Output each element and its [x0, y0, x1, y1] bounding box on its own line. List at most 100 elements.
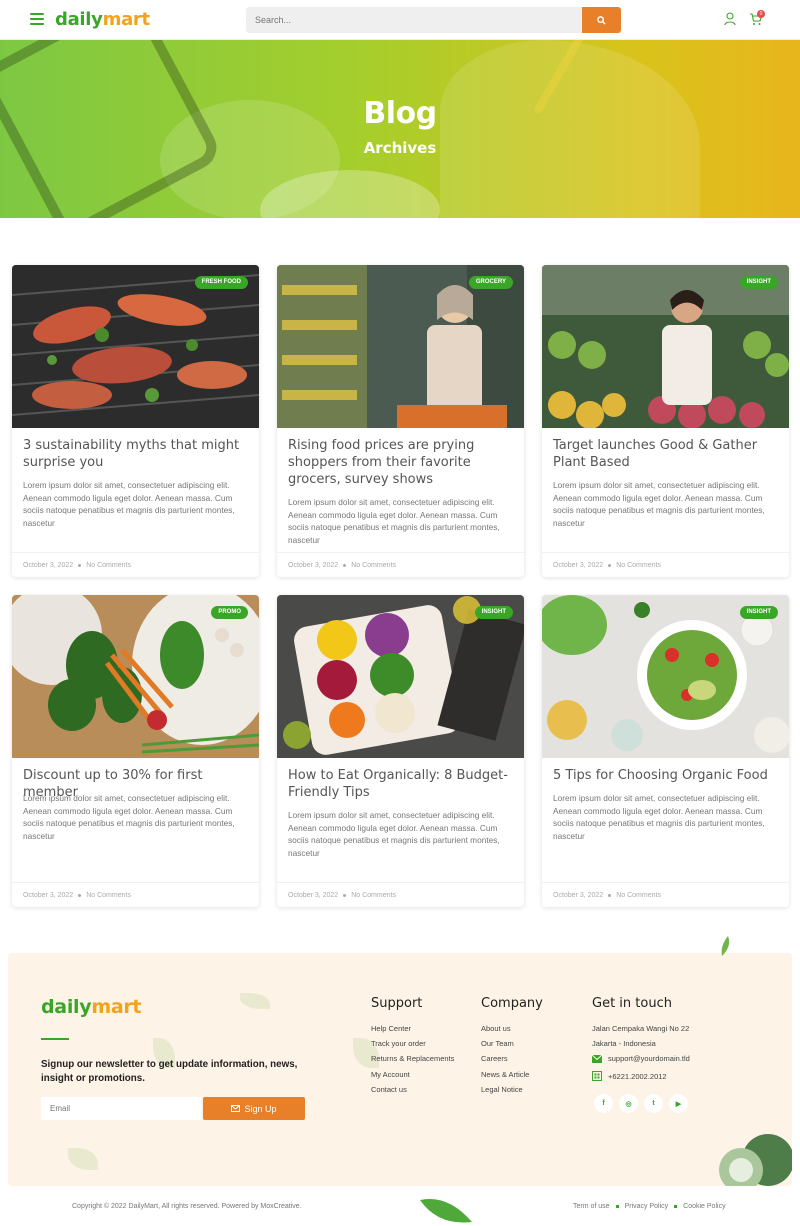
post-image-grilled-seafood[interactable]: FRESH FOOD — [12, 265, 259, 428]
newsletter-email-input[interactable] — [41, 1097, 201, 1120]
post-image-produce-aisle[interactable]: INSIGHT — [542, 265, 789, 428]
divider — [277, 552, 524, 553]
instagram-icon[interactable]: ◎ — [619, 1094, 638, 1113]
post-excerpt: Lorem ipsum dolor sit amet, consectetuer… — [553, 480, 765, 528]
footer-link-news[interactable]: News & Article — [481, 1070, 529, 1079]
divider — [41, 1038, 69, 1040]
site-logo[interactable]: dailymart — [55, 9, 150, 30]
contact-phone[interactable]: +6221.2002.2012 — [592, 1071, 667, 1081]
leaf-decoration — [240, 993, 270, 1009]
footer-link-about[interactable]: About us — [481, 1024, 511, 1033]
search-bar — [246, 7, 621, 33]
post-title[interactable]: 5 Tips for Choosing Organic Food — [553, 767, 781, 784]
contact-address-line1: Jalan Cempaka Wangi No 22 — [592, 1024, 690, 1033]
post-title[interactable]: Target launches Good & Gather Plant Base… — [553, 437, 781, 471]
menu-icon[interactable] — [30, 13, 44, 25]
footer-link-my-account[interactable]: My Account — [371, 1070, 410, 1079]
bottom-bar: Copyright © 2022 DailyMart, All rights r… — [0, 1196, 800, 1226]
twitter-icon[interactable]: t — [644, 1094, 663, 1113]
search-button[interactable] — [582, 7, 621, 33]
post-comments[interactable]: No Comments — [86, 892, 131, 899]
post-date[interactable]: October 3, 2022 — [288, 562, 338, 569]
post-image-art — [12, 595, 259, 758]
footer-link-track-order[interactable]: Track your order — [371, 1039, 426, 1048]
contact-heading: Get in touch — [592, 996, 672, 1011]
post-image-art — [277, 595, 524, 758]
terms-link[interactable]: Term of use — [573, 1203, 610, 1210]
post-date[interactable]: October 3, 2022 — [23, 562, 73, 569]
post-card[interactable]: GROCERY Rising food prices are prying sh… — [277, 265, 524, 577]
envelope-icon — [231, 1105, 241, 1112]
post-category-tag[interactable]: INSIGHT — [739, 276, 778, 289]
post-comments[interactable]: No Comments — [86, 562, 131, 569]
youtube-icon[interactable]: ▶ — [669, 1094, 688, 1113]
post-category-tag[interactable]: INSIGHT — [474, 606, 513, 619]
post-image-art — [277, 265, 524, 428]
post-excerpt: Lorem ipsum dolor sit amet, consectetuer… — [553, 793, 765, 841]
page-subtitle: Archives — [363, 139, 437, 157]
post-meta: October 3, 2022 No Comments — [288, 562, 396, 569]
post-image-fresh-vegetables[interactable]: PROMO — [12, 595, 259, 758]
divider — [542, 882, 789, 883]
post-image-grocery-shopper[interactable]: GROCERY — [277, 265, 524, 428]
post-card[interactable]: INSIGHT 5 Tips for Choosing Organic Food… — [542, 595, 789, 907]
user-icon[interactable] — [724, 12, 736, 26]
post-meta: October 3, 2022 No Comments — [23, 892, 131, 899]
post-image-veggie-platter[interactable]: INSIGHT — [277, 595, 524, 758]
post-excerpt: Lorem ipsum dolor sit amet, consectetuer… — [23, 480, 235, 528]
facebook-icon[interactable]: f — [594, 1094, 613, 1113]
site-footer: dailymart Signup our newsletter to get u… — [8, 953, 792, 1186]
signup-button[interactable]: Sign Up — [203, 1097, 305, 1120]
post-image-art — [12, 265, 259, 428]
post-meta: October 3, 2022 No Comments — [553, 562, 661, 569]
cart-count-badge: 0 — [757, 10, 765, 18]
search-input[interactable] — [246, 7, 582, 33]
footer-link-careers[interactable]: Careers — [481, 1054, 508, 1063]
post-meta: October 3, 2022 No Comments — [553, 892, 661, 899]
post-title[interactable]: Rising food prices are prying shoppers f… — [288, 437, 516, 488]
post-image-art — [542, 595, 789, 758]
post-comments[interactable]: No Comments — [351, 562, 396, 569]
divider — [12, 552, 259, 553]
footer-link-legal[interactable]: Legal Notice — [481, 1085, 523, 1094]
post-comments[interactable]: No Comments — [616, 892, 661, 899]
privacy-link[interactable]: Privacy Policy — [625, 1203, 669, 1210]
post-date[interactable]: October 3, 2022 — [553, 892, 603, 899]
post-card[interactable]: FRESH FOOD 3 sustainability myths that m… — [12, 265, 259, 577]
cookie-link[interactable]: Cookie Policy — [683, 1203, 725, 1210]
company-heading: Company — [481, 996, 543, 1011]
legal-links: Term of use Privacy Policy Cookie Policy — [573, 1203, 726, 1210]
cabbage-decoration — [719, 1134, 792, 1186]
post-comments[interactable]: No Comments — [351, 892, 396, 899]
footer-link-team[interactable]: Our Team — [481, 1039, 514, 1048]
post-category-tag[interactable]: GROCERY — [468, 276, 513, 289]
footer-link-contact[interactable]: Contact us — [371, 1085, 407, 1094]
phone-icon — [592, 1071, 602, 1081]
footer-link-returns[interactable]: Returns & Replacements — [371, 1054, 454, 1063]
post-excerpt: Lorem ipsum dolor sit amet, consectetuer… — [23, 793, 235, 841]
post-comments[interactable]: No Comments — [616, 562, 661, 569]
site-header: dailymart 0 — [0, 0, 800, 40]
copyright-text: Copyright © 2022 DailyMart, All rights r… — [72, 1203, 302, 1210]
post-image-art — [542, 265, 789, 428]
footer-link-help-center[interactable]: Help Center — [371, 1024, 411, 1033]
post-card[interactable]: INSIGHT Target launches Good & Gather Pl… — [542, 265, 789, 577]
envelope-icon — [592, 1054, 602, 1063]
post-title[interactable]: How to Eat Organically: 8 Budget-Friendl… — [288, 767, 516, 801]
post-category-tag[interactable]: PROMO — [211, 606, 248, 619]
post-meta: October 3, 2022 No Comments — [288, 892, 396, 899]
post-date[interactable]: October 3, 2022 — [23, 892, 73, 899]
post-excerpt: Lorem ipsum dolor sit amet, consectetuer… — [288, 497, 500, 545]
contact-email[interactable]: support@yourdomain.tld — [592, 1054, 690, 1063]
post-date[interactable]: October 3, 2022 — [553, 562, 603, 569]
post-category-tag[interactable]: INSIGHT — [739, 606, 778, 619]
leaf-decoration — [420, 1198, 472, 1223]
leaf-decoration — [68, 1148, 98, 1170]
post-image-salad-bowl[interactable]: INSIGHT — [542, 595, 789, 758]
post-category-tag[interactable]: FRESH FOOD — [194, 276, 248, 289]
post-card[interactable]: INSIGHT How to Eat Organically: 8 Budget… — [277, 595, 524, 907]
post-date[interactable]: October 3, 2022 — [288, 892, 338, 899]
post-title[interactable]: 3 sustainability myths that might surpri… — [23, 437, 251, 471]
post-card[interactable]: PROMO Discount up to 30% for first membe… — [12, 595, 259, 907]
footer-logo[interactable]: dailymart — [41, 996, 142, 1018]
